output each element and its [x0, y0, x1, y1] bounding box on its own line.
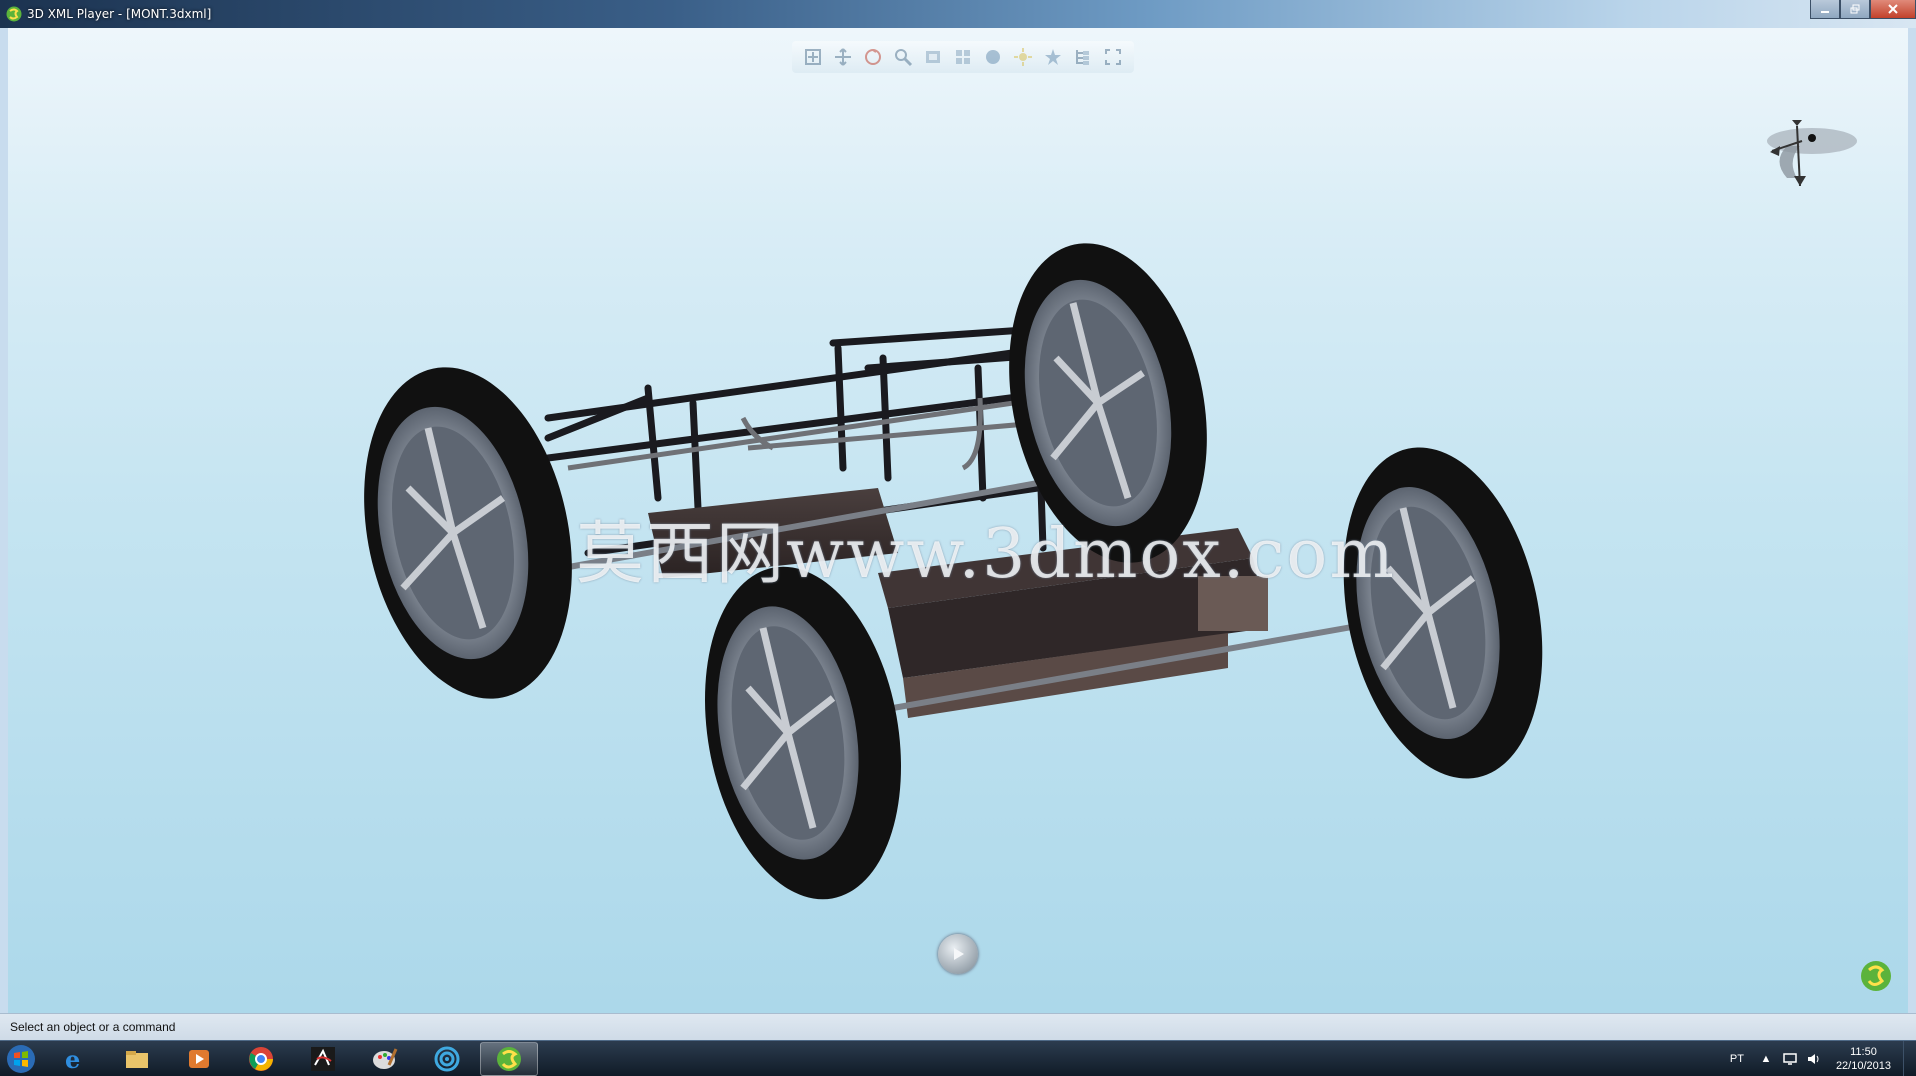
- tree-icon[interactable]: [1073, 47, 1093, 67]
- spiral-app-icon: [434, 1046, 460, 1072]
- system-tray: PT ▲ 11:50 22/10/2013: [1730, 1041, 1916, 1076]
- taskbar-app-spiral[interactable]: [418, 1042, 476, 1076]
- volume-icon[interactable]: [1806, 1051, 1822, 1067]
- status-bar: Select an object or a command: [0, 1013, 1916, 1040]
- 3dvia-logo-icon[interactable]: [1860, 960, 1892, 992]
- windows-start-icon: [7, 1045, 35, 1073]
- catia-icon: [311, 1047, 335, 1071]
- multi-view-icon[interactable]: [953, 47, 973, 67]
- clock-time: 11:50: [1850, 1046, 1877, 1058]
- zoom-icon[interactable]: [893, 47, 913, 67]
- play-icon: [954, 948, 964, 960]
- taskbar-app-paint[interactable]: [356, 1042, 414, 1076]
- taskbar-app-catia[interactable]: [294, 1042, 352, 1076]
- wheel-front-right[interactable]: [1315, 429, 1571, 797]
- language-indicator[interactable]: PT: [1730, 1053, 1744, 1065]
- rotate-icon[interactable]: [863, 47, 883, 67]
- network-icon[interactable]: [1782, 1051, 1798, 1067]
- taskbar-app-internet-explorer[interactable]: e: [46, 1042, 104, 1076]
- show-hidden-icons-icon[interactable]: ▲: [1758, 1051, 1774, 1067]
- fit-all-icon[interactable]: [803, 47, 823, 67]
- view-toolbar: [792, 41, 1134, 73]
- 3d-viewport[interactable]: 莫西网www.3dmox.com: [8, 28, 1908, 1013]
- svg-text:e: e: [65, 1045, 80, 1073]
- star-icon[interactable]: [1043, 47, 1063, 67]
- close-icon: [1888, 4, 1898, 14]
- main-window: 莫西网www.3dmox.com Select an object or a c…: [0, 28, 1916, 1040]
- network-monitor-icon: [1783, 1053, 1797, 1065]
- minimize-icon: [1821, 11, 1829, 13]
- clock[interactable]: 11:50 22/10/2013: [1836, 1045, 1891, 1073]
- maximize-button[interactable]: [1840, 0, 1870, 19]
- taskbar-app-file-explorer[interactable]: [108, 1042, 166, 1076]
- show-desktop-button[interactable]: [1903, 1041, 1916, 1076]
- fullscreen-icon[interactable]: [1103, 47, 1123, 67]
- 3dxml-player-app-icon: [6, 6, 22, 22]
- start-button[interactable]: [0, 1041, 42, 1076]
- taskbar-app-3dxml-player[interactable]: [480, 1042, 538, 1076]
- view-icon[interactable]: [923, 47, 943, 67]
- lighting-icon[interactable]: [1013, 47, 1033, 67]
- file-explorer-icon: [126, 1051, 148, 1068]
- play-button[interactable]: [938, 934, 978, 974]
- media-player-icon: [189, 1050, 209, 1068]
- chrome-icon: [249, 1047, 273, 1071]
- clock-date: 22/10/2013: [1835, 1060, 1891, 1072]
- taskbar-app-chrome[interactable]: [232, 1042, 290, 1076]
- window-title-bar[interactable]: 3D XML Player - [MONT.3dxml]: [0, 0, 1916, 28]
- internet-explorer-icon: e: [65, 1045, 80, 1073]
- window-title: 3D XML Player - [MONT.3dxml]: [27, 7, 212, 21]
- paint-icon: [373, 1048, 398, 1069]
- speaker-icon: [1807, 1054, 1819, 1064]
- wheel-rear-left[interactable]: [335, 348, 600, 718]
- 3dxml-player-icon: [497, 1047, 521, 1071]
- compass-navigator[interactable]: [1742, 116, 1862, 236]
- status-message: Select an object or a command: [10, 1020, 176, 1034]
- pan-icon[interactable]: [833, 47, 853, 67]
- render-style-icon[interactable]: [983, 47, 1003, 67]
- watermark-text: 莫西网www.3dmox.com: [576, 515, 1396, 594]
- taskbar-app-media-player[interactable]: [170, 1042, 228, 1076]
- restore-icon: [1850, 4, 1860, 14]
- minimize-button[interactable]: [1810, 0, 1840, 19]
- windows-taskbar: e PT ▲ 11:50 22/10/2013: [0, 1040, 1916, 1076]
- close-button[interactable]: [1870, 0, 1916, 19]
